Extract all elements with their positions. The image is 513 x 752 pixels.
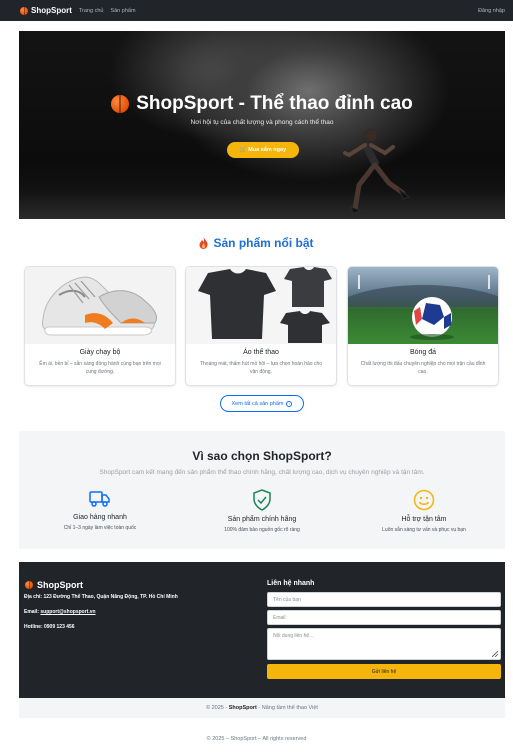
- feature-title: Hỗ trợ tận tâm: [401, 516, 447, 523]
- view-all-label: Xem tất cả sản phẩm: [231, 400, 284, 407]
- basketball-icon: [25, 581, 33, 589]
- football-image: [348, 267, 498, 344]
- contact-title: Liên hệ nhanh: [267, 580, 315, 587]
- smile-icon: [413, 489, 435, 511]
- hero-floor: [19, 191, 505, 219]
- feature-support: Hỗ trợ tận tâm Luôn sẵn sàng tư vấn và p…: [349, 489, 499, 533]
- sub-footer: © 2025 - ShopSport - Nâng tầm thể thao V…: [19, 698, 505, 718]
- name-input[interactable]: Tên của bạn: [267, 592, 501, 607]
- resize-handle-icon[interactable]: [492, 651, 498, 657]
- arrow-circle-icon: ›: [286, 400, 293, 407]
- hero-subtitle: Nơi hội tụ của chất lượng và phong cách …: [190, 119, 334, 126]
- address-label: Địa chỉ:: [24, 594, 43, 600]
- footer-hotline: Hotline: 0909 123 456: [24, 624, 75, 630]
- footer-address: Địa chỉ: 123 Đường Thể Thao, Quận Năng Đ…: [24, 594, 178, 600]
- hero-title: ShopSport - Thể thao đỉnh cao: [19, 93, 505, 115]
- feature-desc: Chỉ 1–3 ngày làm việc toàn quốc: [63, 525, 137, 531]
- subfooter-suffix: - Nâng tầm thể thao Việt: [258, 705, 318, 711]
- feature-genuine-products: Sản phẩm chính hãng 100% đảm bảo nguồn g…: [187, 489, 337, 533]
- nav-link-products[interactable]: Sản phẩm: [110, 8, 135, 14]
- product-desc: Chất lượng thi đấu chuyên nghiệp cho mọi…: [360, 361, 486, 375]
- why-section: Vì sao chọn ShopSport? ShopSport cam kết…: [19, 431, 505, 549]
- login-link[interactable]: Đăng nhập: [478, 8, 505, 14]
- product-card-shoes[interactable]: Giày chạy bộ Êm ái, bền bỉ – sẵn sàng đồ…: [24, 266, 176, 386]
- basketball-icon: [111, 95, 130, 113]
- feature-title: Sản phẩm chính hãng: [227, 516, 297, 523]
- nav-link-home[interactable]: Trang chủ: [79, 8, 104, 14]
- brand-logo[interactable]: ShopSport: [20, 6, 72, 15]
- hero-title-text: ShopSport - Thể thao đỉnh cao: [136, 93, 413, 114]
- featured-title-text: Sản phẩm nổi bật: [213, 236, 314, 250]
- email-label: Email:: [24, 609, 40, 615]
- feature-desc: 100% đảm bảo nguồn gốc rõ ràng: [224, 527, 300, 533]
- view-all-products-button[interactable]: Xem tất cả sản phẩm ›: [220, 395, 304, 412]
- product-card-football[interactable]: Bóng đá Chất lượng thi đấu chuyên nghiệp…: [347, 266, 499, 386]
- footer: ShopSport Địa chỉ: 123 Đường Thể Thao, Q…: [19, 562, 505, 698]
- subfooter-brand: ShopSport: [228, 705, 257, 711]
- footer-email: Email: support@shopsport.vn: [24, 609, 96, 615]
- message-textarea[interactable]: Nội dung liên hệ...: [267, 628, 501, 660]
- hotline-label: Hotline:: [24, 624, 43, 630]
- product-title: Bóng đá: [409, 349, 437, 356]
- shop-now-button[interactable]: 🛒 Mua sắm ngay: [227, 142, 299, 158]
- address-value: 123 Đường Thể Thao, Quận Năng Động, TP. …: [43, 594, 178, 600]
- product-desc: Thoáng mát, thấm hút mồ hôi – lựa chọn h…: [199, 361, 323, 375]
- feature-desc: Luôn sẵn sàng tư vấn và phục vụ bạn: [382, 527, 466, 533]
- nav-links: Trang chủ Sản phẩm: [79, 8, 143, 14]
- subfooter-prefix: © 2025 -: [206, 705, 228, 711]
- fire-icon: [199, 237, 209, 249]
- product-title: Áo thể thao: [243, 349, 279, 356]
- basketball-icon: [20, 6, 28, 15]
- hero-banner: ShopSport - Thể thao đỉnh cao Nơi hội tụ…: [19, 31, 505, 219]
- feature-fast-delivery: Giao hàng nhanh Chỉ 1–3 ngày làm việc to…: [25, 489, 175, 531]
- product-title: Giày chạy bộ: [79, 349, 121, 356]
- send-contact-button[interactable]: Gửi liên hệ: [267, 664, 501, 679]
- product-desc: Êm ái, bền bỉ – sẵn sàng đồng hành cùng …: [39, 361, 161, 375]
- shoes-image: [25, 267, 175, 344]
- email-link[interactable]: support@shopsport.vn: [40, 609, 95, 615]
- truck-icon: [89, 491, 110, 507]
- feature-title: Giao hàng nhanh: [73, 514, 127, 521]
- why-subtitle: ShopSport cam kết mang đến sản phẩm thể …: [99, 469, 425, 476]
- email-input[interactable]: Email: [267, 610, 501, 625]
- why-title: Vì sao chọn ShopSport?: [192, 449, 332, 463]
- footer-brand: ShopSport: [25, 580, 83, 590]
- product-card-shirt[interactable]: Áo thể thao Thoáng mát, thấm hút mồ hôi …: [185, 266, 337, 386]
- footer-brand-name: ShopSport: [37, 580, 83, 590]
- shirt-image: [186, 267, 336, 344]
- runner-image: [343, 128, 411, 214]
- featured-title: Sản phẩm nổi bật: [0, 236, 513, 250]
- message-placeholder: Nội dung liên hệ...: [273, 633, 314, 639]
- hotline-value: 0909 123 456: [44, 624, 75, 630]
- shield-check-icon: [253, 489, 271, 511]
- navbar: ShopSport Trang chủ Sản phẩm Đăng nhập: [0, 0, 513, 21]
- brand-name: ShopSport: [31, 6, 72, 15]
- copyright: © 2025 – ShopSport – All rights reserved: [206, 736, 307, 742]
